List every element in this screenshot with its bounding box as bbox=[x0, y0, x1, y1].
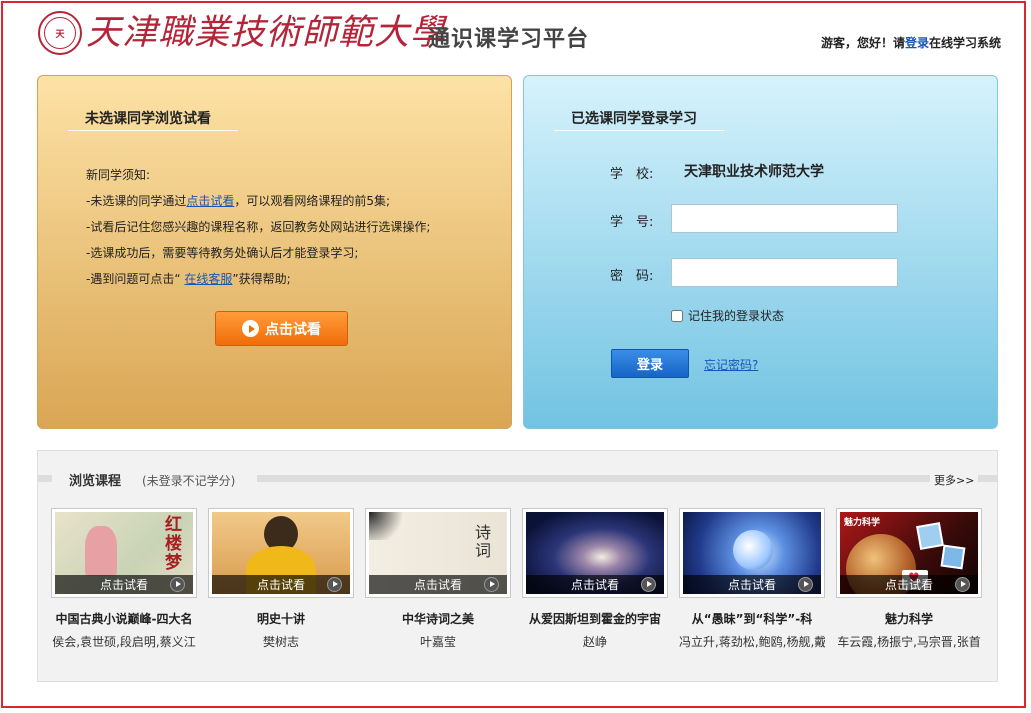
more-courses-link[interactable]: 更多>> bbox=[934, 472, 974, 488]
browse-courses-section: 浏览课程 (未登录不记学分) 更多>> 红楼梦 点击试看 中国古典小说巅峰-四大… bbox=[37, 450, 998, 682]
course-thumbnail[interactable]: 点击试看 bbox=[679, 508, 825, 598]
course-teacher: 车云霞,杨振宁,马宗晋,张首 bbox=[837, 635, 981, 649]
notice-line-1-prefix: -未选课的同学通过 bbox=[86, 194, 187, 208]
course-card[interactable]: 点击试看 从爱因斯坦到霍金的宇宙 赵峥 bbox=[522, 508, 668, 650]
notice-heading: 新同学须知: bbox=[86, 168, 151, 182]
forgot-password-link[interactable]: 忘记密码? bbox=[704, 356, 758, 373]
university-name-logo: 天津職業技術師範大學 bbox=[86, 13, 447, 53]
notice-line-2: -试看后记住您感兴趣的课程名称，返回教务处网站进行选课操作; bbox=[86, 220, 431, 234]
course-thumbnail[interactable]: 点击试看 bbox=[208, 508, 354, 598]
course-image: 红楼梦 点击试看 bbox=[55, 512, 193, 594]
course-card[interactable]: 点击试看 从“愚昧”到“科学”-科 冯立升,蒋劲松,鲍鸥,杨舰,戴 bbox=[679, 508, 825, 650]
student-id-input[interactable] bbox=[671, 204, 898, 233]
remember-login-label: 记住我的登录状态 bbox=[688, 309, 785, 323]
play-icon bbox=[242, 320, 259, 337]
course-image: 点击试看 bbox=[212, 512, 350, 594]
notice-line-4-suffix: ”获得帮助; bbox=[232, 272, 291, 286]
browse-subtitle: (未登录不记学分) bbox=[142, 474, 236, 488]
student-id-label: 学 号: bbox=[610, 215, 654, 230]
browse-title: 浏览课程 bbox=[69, 474, 122, 489]
password-input[interactable] bbox=[671, 258, 898, 287]
course-teacher: 叶嘉莹 bbox=[419, 635, 456, 649]
play-icon bbox=[484, 577, 499, 592]
trial-button[interactable]: 点击试看 bbox=[215, 311, 348, 346]
section-divider bbox=[257, 475, 930, 482]
course-title[interactable]: 明史十讲 bbox=[208, 610, 354, 627]
password-label: 密 码: bbox=[610, 269, 654, 284]
trial-overlay: 点击试看 bbox=[369, 575, 507, 594]
overlay-label: 点击试看 bbox=[99, 578, 148, 592]
course-thumbnail[interactable]: 红楼梦 点击试看 bbox=[51, 508, 197, 598]
section-divider bbox=[978, 475, 998, 482]
course-image: 诗词 点击试看 bbox=[369, 512, 507, 594]
trial-button-label: 点击试看 bbox=[265, 321, 321, 338]
course-teacher: 樊树志 bbox=[262, 635, 299, 649]
overlay-label: 点击试看 bbox=[413, 578, 462, 592]
section-divider bbox=[38, 475, 52, 482]
school-value: 天津职业技术师范大学 bbox=[684, 164, 824, 180]
course-image: 点击试看 bbox=[683, 512, 821, 594]
trial-panel: 未选课同学浏览试看 新同学须知: -未选课的同学通过点击试看，可以观看网络课程的… bbox=[37, 75, 512, 429]
header-login-link[interactable]: 登录 bbox=[905, 36, 929, 50]
course-teacher: 冯立升,蒋劲松,鲍鸥,杨舰,戴 bbox=[679, 635, 825, 649]
trial-title-underline bbox=[68, 130, 238, 131]
course-teacher: 赵峥 bbox=[582, 635, 607, 649]
art-text: 红楼梦 bbox=[165, 515, 182, 573]
course-title[interactable]: 魅力科学 bbox=[836, 610, 982, 627]
trial-overlay: 点击试看 bbox=[526, 575, 664, 594]
course-thumbnail[interactable]: 诗词 点击试看 bbox=[365, 508, 511, 598]
login-panel: 已选课同学登录学习 学 校: 天津职业技术师范大学 学 号: 密 码: 记住我的… bbox=[523, 75, 998, 429]
overlay-label: 点击试看 bbox=[884, 578, 933, 592]
university-seal-logo: 天 bbox=[38, 11, 82, 55]
art-text: 诗词 bbox=[475, 523, 492, 560]
user-status-bar: 游客，您好！请登录在线学习系统 bbox=[821, 34, 1001, 51]
overlay-label: 点击试看 bbox=[570, 578, 619, 592]
login-title-underline bbox=[554, 130, 724, 131]
play-icon bbox=[955, 577, 970, 592]
overlay-label: 点击试看 bbox=[256, 578, 305, 592]
user-suffix: 在线学习系统 bbox=[928, 36, 1001, 50]
online-service-link[interactable]: 在线客服 bbox=[184, 272, 232, 286]
trial-overlay: 点击试看 bbox=[683, 575, 821, 594]
notice-line-4-prefix: -遇到问题可点击“ bbox=[86, 272, 181, 286]
trial-panel-title: 未选课同学浏览试看 bbox=[85, 111, 211, 127]
course-title[interactable]: 中国古典小说巅峰-四大名 bbox=[51, 610, 197, 627]
overlay-label: 点击试看 bbox=[727, 578, 776, 592]
play-icon bbox=[798, 577, 813, 592]
course-thumbnail[interactable]: 魅力科学 ♥ 点击试看 bbox=[836, 508, 982, 598]
trial-overlay: 点击试看 bbox=[212, 575, 350, 594]
course-card[interactable]: 诗词 点击试看 中华诗词之美 叶嘉莹 bbox=[365, 508, 511, 650]
trial-overlay: 点击试看 bbox=[840, 575, 978, 594]
notice-line-3: -选课成功后，需要等待教务处确认后才能登录学习; bbox=[86, 246, 359, 260]
remember-login-option[interactable]: 记住我的登录状态 bbox=[671, 307, 784, 324]
course-title[interactable]: 从“愚昧”到“科学”-科 bbox=[679, 610, 825, 627]
school-label: 学 校: bbox=[610, 167, 654, 182]
user-greeting: 游客，您好！请 bbox=[820, 36, 905, 50]
trial-overlay: 点击试看 bbox=[55, 575, 193, 594]
course-image: 点击试看 bbox=[526, 512, 664, 594]
notice-line-4: -遇到问题可点击“ 在线客服”获得帮助; bbox=[86, 266, 430, 292]
play-icon bbox=[170, 577, 185, 592]
course-image: 魅力科学 ♥ 点击试看 bbox=[840, 512, 978, 594]
login-button[interactable]: 登录 bbox=[611, 349, 689, 378]
course-thumbnail[interactable]: 点击试看 bbox=[522, 508, 668, 598]
notice-line-1: -未选课的同学通过点击试看，可以观看网络课程的前5集; bbox=[86, 188, 430, 214]
course-card[interactable]: 魅力科学 ♥ 点击试看 魅力科学 车云霞,杨振宁,马宗晋,张首 bbox=[836, 508, 982, 650]
remember-login-checkbox[interactable] bbox=[671, 309, 683, 322]
art-text: 魅力科学 bbox=[844, 518, 881, 528]
course-title[interactable]: 从爱因斯坦到霍金的宇宙 bbox=[522, 610, 668, 627]
new-student-notice: 新同学须知: -未选课的同学通过点击试看，可以观看网络课程的前5集; -试看后记… bbox=[86, 162, 430, 292]
play-icon bbox=[327, 577, 342, 592]
login-panel-title: 已选课同学登录学习 bbox=[571, 111, 697, 127]
course-card[interactable]: 点击试看 明史十讲 樊树志 bbox=[208, 508, 354, 650]
notice-trial-link[interactable]: 点击试看 bbox=[186, 194, 234, 208]
course-card[interactable]: 红楼梦 点击试看 中国古典小说巅峰-四大名 侯会,袁世硕,段启明,蔡义江 bbox=[51, 508, 197, 650]
course-teacher: 侯会,袁世硕,段启明,蔡义江 bbox=[52, 635, 196, 649]
platform-title: 通识课学习平台 bbox=[428, 27, 590, 52]
course-title[interactable]: 中华诗词之美 bbox=[365, 610, 511, 627]
notice-line-1-suffix: ，可以观看网络课程的前5集; bbox=[234, 194, 391, 208]
play-icon bbox=[641, 577, 656, 592]
